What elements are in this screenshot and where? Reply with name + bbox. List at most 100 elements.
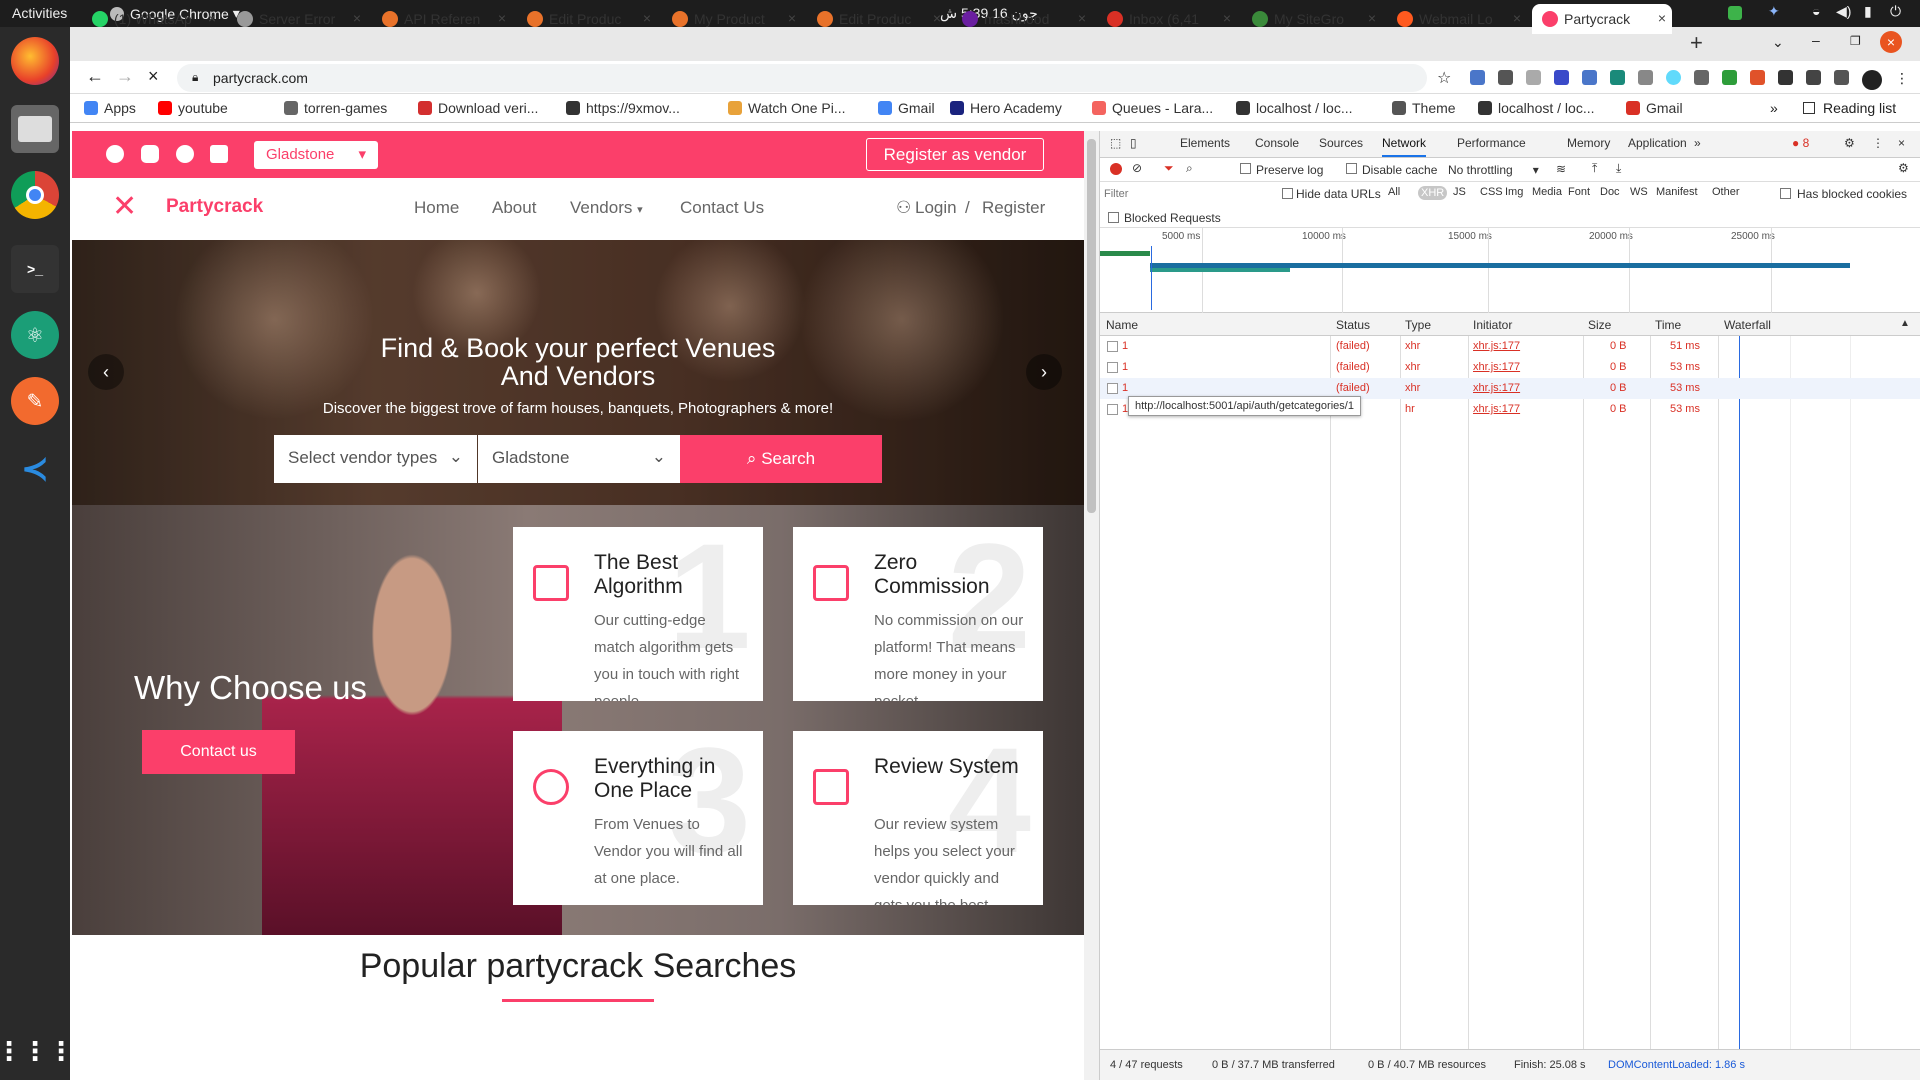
request-initiator[interactable]: xhr.js:177: [1473, 382, 1520, 394]
nav-home[interactable]: Home: [414, 198, 459, 218]
record-icon[interactable]: [1110, 163, 1122, 175]
instagram-icon[interactable]: [141, 145, 159, 163]
col-status[interactable]: Status: [1336, 318, 1370, 332]
close-window-icon[interactable]: ×: [1880, 31, 1902, 53]
browser-tab[interactable]: My SiteGro ×: [1242, 4, 1382, 34]
devtools-menu-icon[interactable]: ⋮: [1872, 136, 1884, 150]
contact-us-button[interactable]: Contact us: [142, 730, 295, 774]
devtools-tab-elements[interactable]: Elements: [1180, 136, 1230, 150]
location-select[interactable]: Gladstone ▾: [254, 141, 378, 169]
inspect-icon[interactable]: ⬚: [1110, 136, 1121, 150]
tab-close-icon[interactable]: ×: [933, 10, 941, 26]
more-tabs-icon[interactable]: »: [1694, 136, 1701, 150]
col-name[interactable]: Name: [1106, 318, 1138, 332]
col-size[interactable]: Size: [1588, 318, 1611, 332]
filter-type-doc[interactable]: Doc: [1600, 186, 1620, 198]
show-apps-icon[interactable]: ⋮⋮⋮: [0, 1027, 74, 1075]
browser-tab[interactable]: (1) WhatsAp ×: [82, 4, 222, 34]
browser-tab[interactable]: mashhood ×: [952, 4, 1092, 34]
search-button[interactable]: ⌕ Search: [680, 435, 882, 483]
browser-tab[interactable]: Edit Produc ×: [807, 4, 947, 34]
vendor-type-select[interactable]: Select vendor types ⌄: [274, 435, 477, 483]
nav-contact[interactable]: Contact Us: [680, 198, 764, 218]
bookmark-item[interactable]: Hero Academy: [950, 100, 1062, 116]
tab-close-icon[interactable]: ×: [353, 10, 361, 26]
brand-name[interactable]: Partycrack: [166, 196, 263, 218]
tab-search-icon[interactable]: ⌄: [1772, 34, 1784, 51]
shield-tray-icon[interactable]: [1728, 6, 1742, 20]
overview-timeline[interactable]: 5000 ms 10000 ms 15000 ms 20000 ms 25000 ms: [1100, 228, 1920, 313]
bookmark-item[interactable]: https://9xmov...: [566, 100, 680, 116]
extension-c-icon[interactable]: [1694, 70, 1709, 85]
extension-p-icon[interactable]: [1582, 70, 1597, 85]
browser-tab[interactable]: Partycrack ×: [1532, 4, 1672, 34]
extension-shield-icon[interactable]: [1526, 70, 1541, 85]
postman-icon[interactable]: ✎: [11, 377, 59, 425]
bookmark-item[interactable]: Queues - Lara...: [1092, 100, 1213, 116]
reading-list-button[interactable]: Reading list: [1803, 100, 1896, 116]
request-initiator[interactable]: xhr.js:177: [1473, 361, 1520, 373]
browser-tab[interactable]: Webmail Lo ×: [1387, 4, 1527, 34]
filter-type-media[interactable]: Media: [1532, 186, 1562, 198]
bookmark-item[interactable]: Download veri...: [418, 100, 538, 116]
devtools-tab-network[interactable]: Network: [1382, 136, 1427, 157]
register-link[interactable]: Register: [982, 198, 1045, 218]
throttling-select[interactable]: No throttling ▾: [1448, 163, 1539, 177]
bookmark-item[interactable]: localhost / loc...: [1236, 100, 1353, 116]
vscode-icon[interactable]: ≺: [11, 445, 59, 493]
devtools-tab-sources[interactable]: Sources: [1319, 136, 1363, 150]
new-tab-button[interactable]: +: [1690, 30, 1703, 56]
device-toolbar-icon[interactable]: ▯: [1130, 136, 1137, 150]
tab-close-icon[interactable]: ×: [1223, 10, 1231, 26]
extension-sheet-icon[interactable]: [1610, 70, 1625, 85]
network-conditions-icon[interactable]: ≋: [1556, 162, 1566, 176]
settings-gear-icon[interactable]: ⚙: [1844, 136, 1855, 150]
power-icon[interactable]: ⏻: [1890, 3, 1901, 20]
tab-close-icon[interactable]: ×: [1513, 10, 1521, 26]
filter-type-css[interactable]: CSS: [1480, 186, 1503, 198]
maximize-icon[interactable]: ❐: [1850, 34, 1861, 48]
request-initiator[interactable]: xhr.js:177: [1473, 403, 1520, 415]
hide-data-urls-checkbox[interactable]: [1282, 188, 1293, 199]
chrome-dock-icon[interactable]: [11, 171, 59, 219]
terminal-icon[interactable]: >_: [11, 245, 59, 293]
col-initiator[interactable]: Initiator: [1473, 318, 1512, 332]
bookmark-star-icon[interactable]: ☆: [1437, 68, 1451, 88]
bookmark-item[interactable]: localhost / loc...: [1478, 100, 1595, 116]
filter-type-xhr[interactable]: XHR: [1418, 186, 1448, 200]
forward-icon[interactable]: →: [116, 66, 134, 87]
chrome-menu-icon[interactable]: ⋮: [1895, 70, 1909, 90]
carousel-prev-icon[interactable]: ‹: [88, 354, 124, 390]
browser-tab[interactable]: My Product ×: [662, 4, 802, 34]
browser-tab[interactable]: API Referen ×: [372, 4, 512, 34]
extension-network-icon[interactable]: [1498, 70, 1513, 85]
disable-cache-checkbox[interactable]: [1346, 163, 1357, 174]
error-counter[interactable]: ● 8: [1792, 136, 1809, 150]
register-vendor-button[interactable]: Register as vendor: [866, 138, 1044, 171]
files-icon[interactable]: [11, 105, 59, 153]
extension-react-icon[interactable]: [1666, 70, 1681, 85]
browser-tab[interactable]: Inbox (6,41 ×: [1097, 4, 1237, 34]
request-row[interactable]: 1 (failed) xhr xhr.js:177 0 B 53 ms: [1100, 357, 1920, 378]
tab-close-icon[interactable]: ×: [1658, 10, 1666, 26]
filter-type-ws[interactable]: WS: [1630, 186, 1648, 198]
minimize-icon[interactable]: –: [1812, 32, 1820, 48]
filter-type-other[interactable]: Other: [1712, 186, 1740, 198]
network-settings-icon[interactable]: ⚙: [1898, 161, 1909, 175]
nav-about[interactable]: About: [492, 198, 536, 218]
col-time[interactable]: Time: [1655, 318, 1681, 332]
export-har-icon[interactable]: ⤓: [1616, 161, 1621, 176]
tab-close-icon[interactable]: ×: [1078, 10, 1086, 26]
sort-asc-icon[interactable]: ▲: [1900, 318, 1910, 329]
tab-close-icon[interactable]: ×: [643, 10, 651, 26]
filter-type-manifest[interactable]: Manifest: [1656, 186, 1698, 198]
col-type[interactable]: Type: [1405, 318, 1431, 332]
facebook-icon[interactable]: [106, 145, 124, 163]
search-icon[interactable]: ⌕: [1186, 161, 1193, 176]
firefox-icon[interactable]: [11, 37, 59, 85]
tab-close-icon[interactable]: ×: [1368, 10, 1376, 26]
bookmark-item[interactable]: Gmail: [1626, 100, 1683, 116]
blocked-requests-checkbox[interactable]: [1108, 212, 1119, 223]
request-initiator[interactable]: xhr.js:177: [1473, 340, 1520, 352]
devtools-tab-application[interactable]: Application: [1628, 136, 1687, 150]
